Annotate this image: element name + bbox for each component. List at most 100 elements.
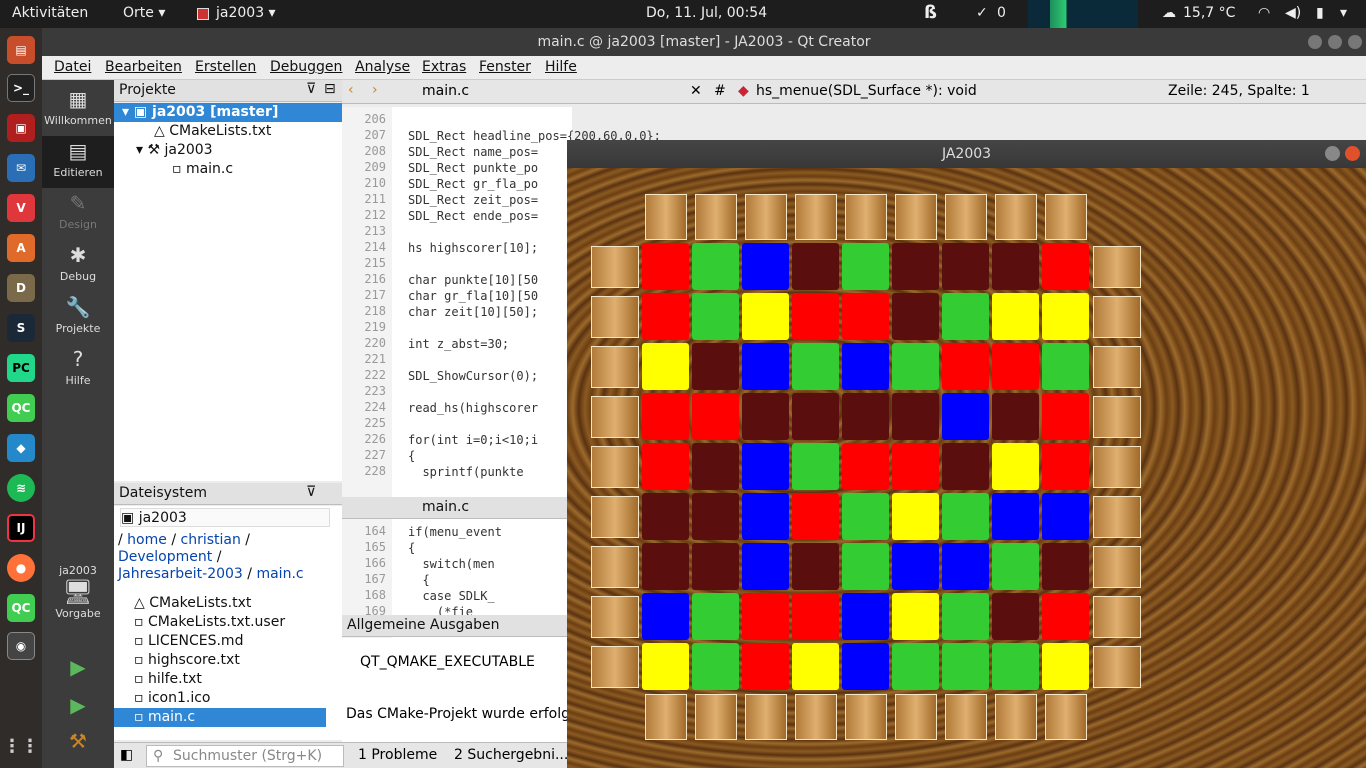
board-tile[interactable] (892, 293, 939, 340)
mode-projekte[interactable]: 🔧 Projekte (42, 292, 114, 344)
board-tile[interactable] (942, 443, 989, 490)
menu-extras[interactable]: Extras (422, 59, 466, 75)
board-tile[interactable] (892, 543, 939, 590)
crumb-christian[interactable]: christian (181, 532, 241, 548)
board-tile[interactable] (742, 293, 789, 340)
file-item[interactable]: ▫ LICENCES.md (134, 632, 243, 651)
board-tile[interactable] (992, 293, 1039, 340)
board-tile[interactable] (992, 493, 1039, 540)
board-tile[interactable] (842, 243, 889, 290)
mode-willkommen[interactable]: ▦ Willkommen (42, 84, 114, 136)
toggle-sidebar-icon[interactable]: ◧ (120, 747, 133, 763)
board-tile[interactable] (842, 493, 889, 540)
target-selector[interactable]: ja2003 🖥 Vorgabe (42, 564, 114, 644)
arrow-left[interactable] (591, 396, 639, 438)
arrow-top[interactable] (695, 194, 737, 240)
tree-item-cmakelists[interactable]: △ CMakeLists.txt (154, 122, 271, 141)
board-tile[interactable] (992, 243, 1039, 290)
symbol-selector[interactable]: hs_menue(SDL_Surface *): void (756, 83, 977, 99)
board-tile[interactable] (642, 493, 689, 540)
crumb-development[interactable]: Development (118, 549, 212, 565)
board-tile[interactable] (892, 493, 939, 540)
arrow-bottom[interactable] (845, 694, 887, 740)
arrow-top[interactable] (995, 194, 1037, 240)
board-tile[interactable] (942, 293, 989, 340)
arrow-left[interactable] (591, 496, 639, 538)
board-tile[interactable] (692, 293, 739, 340)
arrow-bottom[interactable] (795, 694, 837, 740)
arrow-top[interactable] (645, 194, 687, 240)
tab-search-results[interactable]: 2 Suchergebni... (454, 747, 568, 763)
board-tile[interactable] (1042, 443, 1089, 490)
game-minimize-button[interactable] (1325, 146, 1340, 161)
menu-debuggen[interactable]: Debuggen (270, 59, 342, 75)
files-icon[interactable]: ▤ (7, 36, 35, 64)
qtcreator-icon[interactable]: QC (7, 394, 35, 422)
close-button[interactable] (1348, 35, 1362, 49)
arrow-top[interactable] (845, 194, 887, 240)
board-tile[interactable] (992, 643, 1039, 690)
board-tile[interactable] (742, 443, 789, 490)
board-tile[interactable] (992, 543, 1039, 590)
arrow-top[interactable] (745, 194, 787, 240)
file-item[interactable]: △ CMakeLists.txt (134, 594, 251, 613)
intellij-icon[interactable]: IJ (7, 514, 35, 542)
debug-run-button[interactable]: ▶ (42, 690, 114, 726)
clock[interactable]: Do, 11. Jul, 00:54 (646, 5, 767, 21)
board-tile[interactable] (742, 493, 789, 540)
steam-icon[interactable]: S (7, 314, 35, 342)
board-tile[interactable] (642, 293, 689, 340)
board-tile[interactable] (1042, 243, 1089, 290)
board-tile[interactable] (892, 443, 939, 490)
editor-file-tab[interactable]: main.c (422, 83, 469, 99)
arrow-bottom[interactable] (695, 694, 737, 740)
board-tile[interactable] (742, 243, 789, 290)
build-button[interactable]: ⚒ (42, 726, 114, 762)
close-doc-icon[interactable]: ✕ (690, 83, 702, 99)
arrow-left[interactable] (591, 246, 639, 288)
board-tile[interactable] (792, 493, 839, 540)
arrow-right[interactable] (1093, 396, 1141, 438)
arrow-right[interactable] (1093, 246, 1141, 288)
code-editor-top[interactable]: 206 207 208 209 210 211 212 213 214 215 216 217 218 2… (342, 107, 661, 497)
root-selector[interactable]: ▣ ja2003 (120, 508, 330, 527)
board-tile[interactable] (1042, 343, 1089, 390)
board-tile[interactable] (1042, 393, 1089, 440)
run-button[interactable]: ▶ (42, 652, 114, 688)
arrow-left[interactable] (591, 296, 639, 338)
tab-problems[interactable]: 1 Probleme (358, 747, 437, 763)
volume-icon[interactable]: ◀) (1285, 5, 1301, 21)
arrow-left[interactable] (591, 596, 639, 638)
board-tile[interactable] (842, 393, 889, 440)
board-tile[interactable] (642, 343, 689, 390)
board-tile[interactable] (742, 593, 789, 640)
arrow-bottom[interactable] (895, 694, 937, 740)
menu-erstellen[interactable]: Erstellen (195, 59, 256, 75)
file-item[interactable]: ▫ CMakeLists.txt.user (134, 613, 285, 632)
board-tile[interactable] (642, 393, 689, 440)
arrow-right[interactable] (1093, 346, 1141, 388)
board-tile[interactable] (792, 393, 839, 440)
board-tile[interactable] (942, 243, 989, 290)
board-tile[interactable] (642, 593, 689, 640)
tree-item-project[interactable]: ▾ ▣ ja2003 [master] (114, 103, 342, 122)
vscode-icon[interactable]: ◆ (7, 434, 35, 462)
arrow-bottom[interactable] (645, 694, 687, 740)
arrow-left[interactable] (591, 646, 639, 688)
board-tile[interactable] (1042, 543, 1089, 590)
board-tile[interactable] (942, 643, 989, 690)
arrow-top[interactable] (795, 194, 837, 240)
board-tile[interactable] (1042, 643, 1089, 690)
screencast-icon[interactable]: ▣ (7, 114, 35, 142)
file-item[interactable]: ▫ icon1.ico (134, 689, 211, 708)
locator-input[interactable]: ⚲ Suchmuster (Strg+K) (146, 745, 344, 767)
board-tile[interactable] (642, 243, 689, 290)
arrow-top[interactable] (895, 194, 937, 240)
board-tile[interactable] (692, 243, 739, 290)
board-tile[interactable] (1042, 593, 1089, 640)
mode-debug[interactable]: ✱ Debug (42, 240, 114, 292)
cursor-position[interactable]: Zeile: 245, Spalte: 1 (1168, 83, 1310, 99)
menu-bearbeiten[interactable]: Bearbeiten (105, 59, 182, 75)
board-tile[interactable] (642, 443, 689, 490)
arrow-right[interactable] (1093, 446, 1141, 488)
